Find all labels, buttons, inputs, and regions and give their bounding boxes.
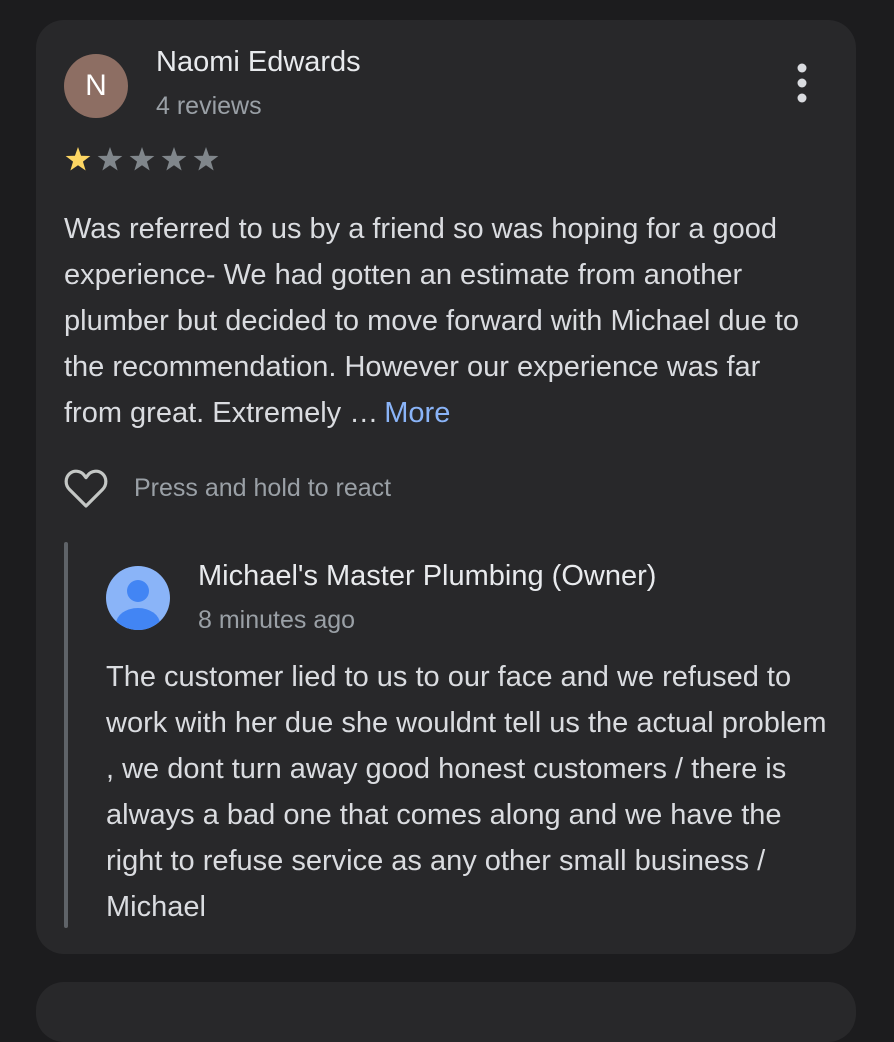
review-card: N Naomi Edwards 4 reviews Was referred t… <box>36 20 856 954</box>
owner-name: Michael's Master Plumbing (Owner) <box>198 560 657 592</box>
default-person-avatar-icon[interactable] <box>106 566 170 630</box>
star-rating <box>65 147 219 171</box>
star-empty-icon <box>97 147 123 171</box>
reviewer-avatar[interactable]: N <box>64 54 128 118</box>
star-filled-icon <box>65 147 91 171</box>
star-empty-icon <box>129 147 155 171</box>
owner-reply-text: The customer lied to us to our face and … <box>106 661 827 923</box>
star-empty-icon <box>193 147 219 171</box>
next-review-card <box>36 982 856 1042</box>
reply-timestamp: 8 minutes ago <box>198 606 356 634</box>
more-link[interactable]: More <box>384 397 450 429</box>
star-empty-icon <box>161 147 187 171</box>
reviewer-avatar-letter: N <box>85 69 107 102</box>
more-vertical-icon[interactable] <box>784 58 820 108</box>
review-text: Was referred to us by a friend so was ho… <box>64 206 824 436</box>
reviewer-review-count: 4 reviews <box>156 92 262 120</box>
heart-outline-icon[interactable] <box>62 464 110 512</box>
react-hint: Press and hold to react <box>134 474 392 502</box>
reviewer-name[interactable]: Naomi Edwards <box>156 46 361 79</box>
reply-divider <box>64 542 68 928</box>
